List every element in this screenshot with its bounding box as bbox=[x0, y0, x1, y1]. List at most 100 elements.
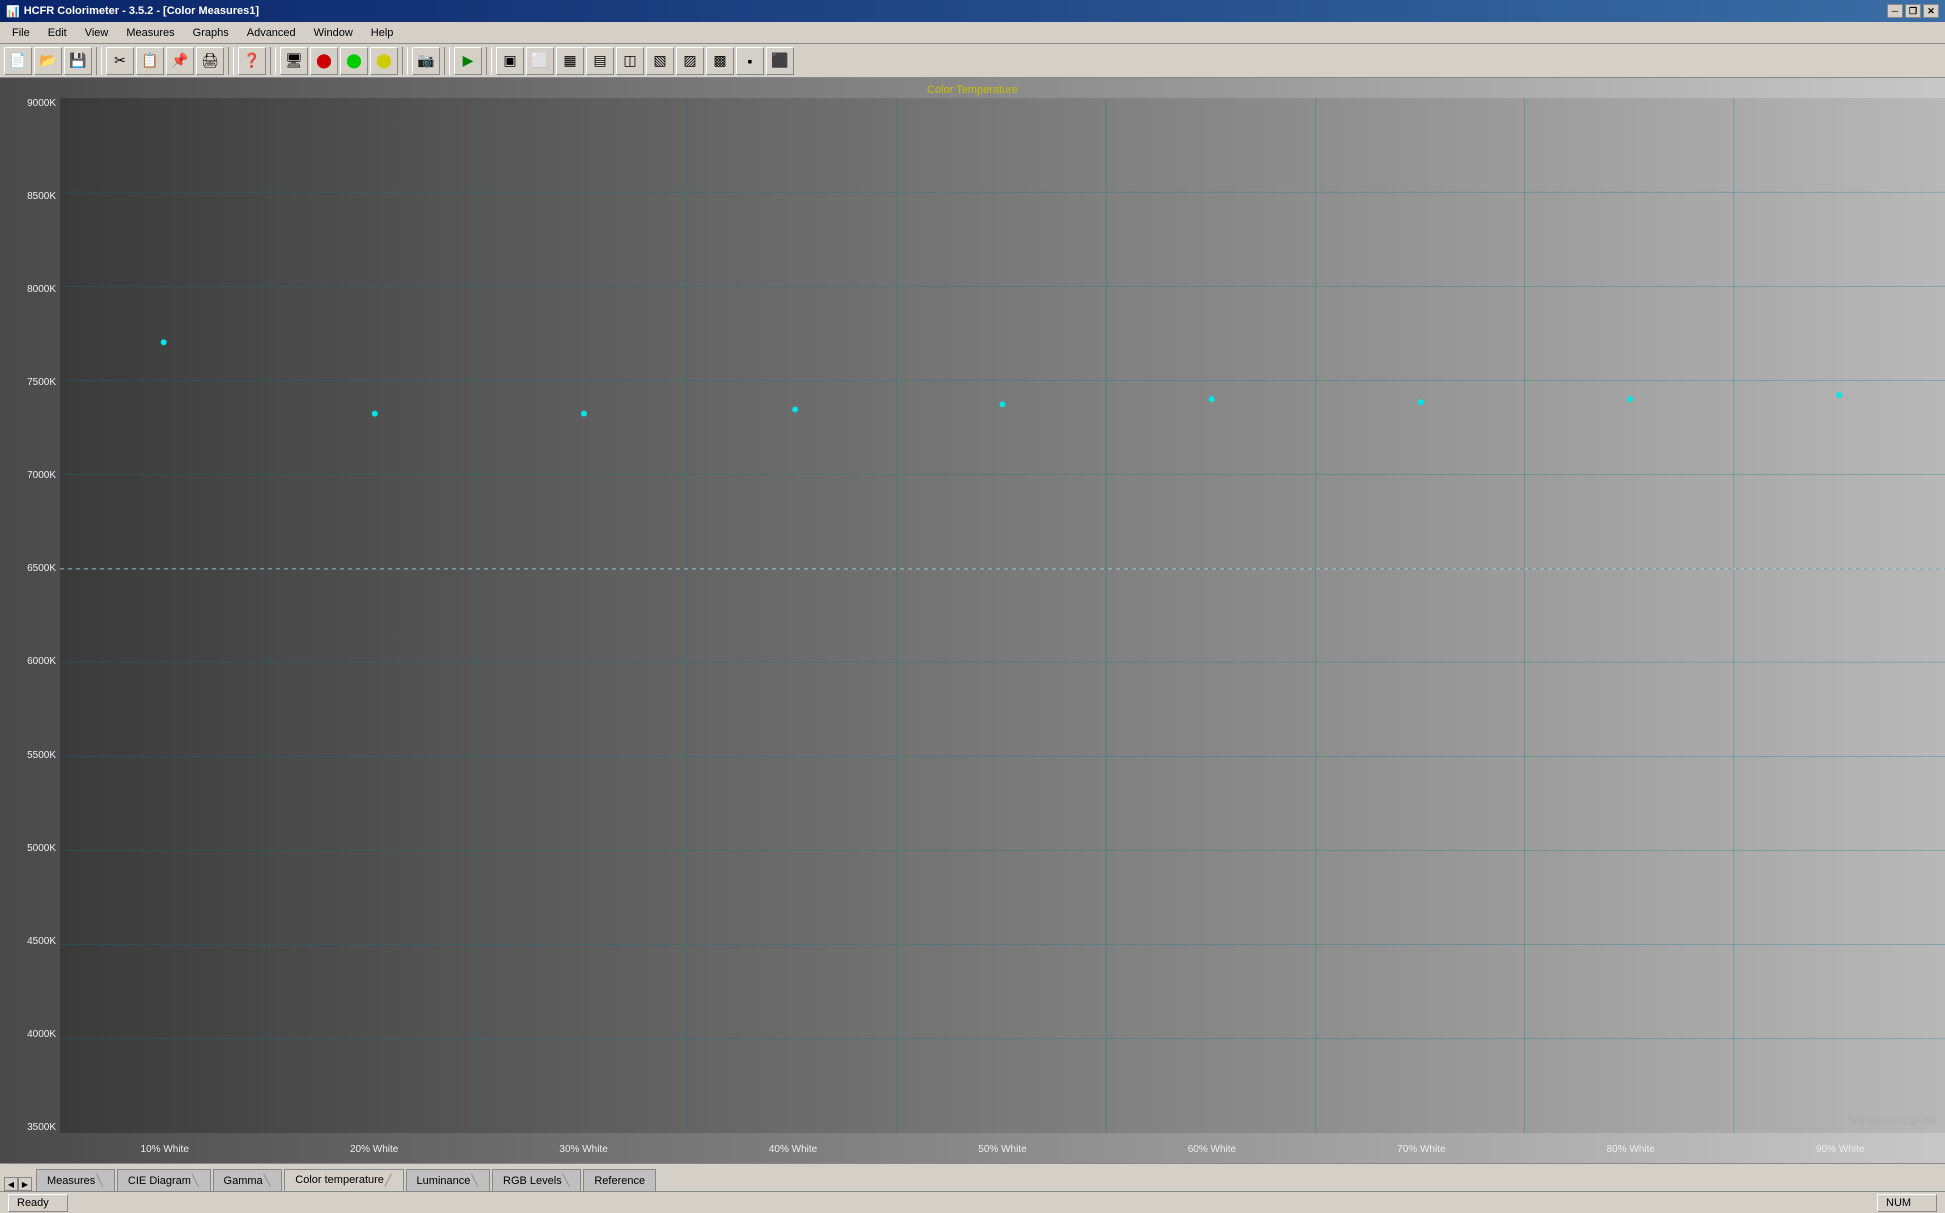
view5-button[interactable]: ◫ bbox=[616, 47, 644, 75]
data-point-30 bbox=[581, 411, 587, 417]
data-point-20 bbox=[372, 411, 378, 417]
view10-button[interactable]: ⬛ bbox=[766, 47, 794, 75]
menu-measures[interactable]: Measures bbox=[118, 25, 182, 41]
menu-bar: File Edit View Measures Graphs Advanced … bbox=[0, 22, 1945, 44]
x-label-50: 50% White bbox=[978, 1144, 1026, 1155]
x-label-30: 30% White bbox=[559, 1144, 607, 1155]
menu-edit[interactable]: Edit bbox=[40, 25, 75, 41]
data-point-90 bbox=[1836, 392, 1842, 398]
y-label-4000: 4000K bbox=[27, 1029, 56, 1040]
help-button[interactable]: ❓ bbox=[238, 47, 266, 75]
toolbar-sep-4 bbox=[402, 47, 408, 75]
save-button[interactable]: 💾 bbox=[64, 47, 92, 75]
y-label-8000: 8000K bbox=[27, 284, 56, 295]
tab-color-temperature-label: Color temperature bbox=[295, 1174, 384, 1186]
camera-button[interactable]: 📷 bbox=[412, 47, 440, 75]
menu-view[interactable]: View bbox=[77, 25, 117, 41]
chart-svg bbox=[60, 98, 1945, 1133]
app-icon: 📊 bbox=[6, 5, 20, 18]
paste-button[interactable]: 📌 bbox=[166, 47, 194, 75]
tab-sep-6: ╲ bbox=[563, 1174, 570, 1187]
data-point-40 bbox=[792, 407, 798, 413]
view4-button[interactable]: ▤ bbox=[586, 47, 614, 75]
data-point-60 bbox=[1209, 396, 1215, 402]
toolbar: 📄 📂 💾 ✂ 📋 📌 🖨 ❓ 🖥 ⬤ ⬤ ⬤ 📷 ▶ ▣ ⬜ ▦ ▤ ◫ ▧ … bbox=[0, 44, 1945, 78]
toolbar-sep-6 bbox=[486, 47, 492, 75]
tab-bar: ◀ ▶ Measures ╲ CIE Diagram ╲ Gamma ╲ Col… bbox=[0, 1163, 1945, 1191]
title-bar-left: 📊 HCFR Colorimeter - 3.5.2 - [Color Meas… bbox=[6, 5, 259, 18]
y-label-9000: 9000K bbox=[27, 98, 56, 109]
x-axis: 10% White 20% White 30% White 40% White … bbox=[60, 1144, 1945, 1155]
y-label-5000: 5000K bbox=[27, 843, 56, 854]
x-label-60: 60% White bbox=[1188, 1144, 1236, 1155]
tab-luminance-label: Luminance bbox=[417, 1175, 471, 1187]
tab-gamma-label: Gamma bbox=[224, 1175, 263, 1187]
tab-rgb-levels-label: RGB Levels bbox=[503, 1175, 562, 1187]
status-right: NUM bbox=[1877, 1194, 1937, 1212]
cut-button[interactable]: ✂ bbox=[106, 47, 134, 75]
tab-cie-label: CIE Diagram bbox=[128, 1175, 191, 1187]
status-ready: Ready bbox=[8, 1194, 68, 1212]
tab-sep-4: ╱ bbox=[385, 1174, 392, 1187]
y-label-5500: 5500K bbox=[27, 750, 56, 761]
view9-button[interactable]: ▪ bbox=[736, 47, 764, 75]
menu-help[interactable]: Help bbox=[363, 25, 402, 41]
menu-file[interactable]: File bbox=[4, 25, 38, 41]
color2-button[interactable]: ⬤ bbox=[340, 47, 368, 75]
menu-graphs[interactable]: Graphs bbox=[185, 25, 237, 41]
y-label-7500: 7500K bbox=[27, 377, 56, 388]
view2-button[interactable]: ⬜ bbox=[526, 47, 554, 75]
view7-button[interactable]: ▨ bbox=[676, 47, 704, 75]
tab-sep-2: ╲ bbox=[192, 1174, 199, 1187]
y-label-6000: 6000K bbox=[27, 656, 56, 667]
x-label-40: 40% White bbox=[769, 1144, 817, 1155]
tab-rgb-levels[interactable]: RGB Levels ╲ bbox=[492, 1169, 581, 1191]
title-bar: 📊 HCFR Colorimeter - 3.5.2 - [Color Meas… bbox=[0, 0, 1945, 22]
color3-button[interactable]: ⬤ bbox=[370, 47, 398, 75]
open-button[interactable]: 📂 bbox=[34, 47, 62, 75]
tab-luminance[interactable]: Luminance ╲ bbox=[406, 1169, 490, 1191]
chart-container: Color Temperature 9000K 8500K 8000K 7500… bbox=[0, 78, 1945, 1163]
tab-gamma[interactable]: Gamma ╲ bbox=[213, 1169, 283, 1191]
view1-button[interactable]: ▣ bbox=[496, 47, 524, 75]
view6-button[interactable]: ▧ bbox=[646, 47, 674, 75]
title-bar-text: HCFR Colorimeter - 3.5.2 - [Color Measur… bbox=[24, 5, 259, 17]
tab-next-button[interactable]: ▶ bbox=[18, 1177, 32, 1191]
tab-navigation[interactable]: ◀ ▶ bbox=[4, 1177, 32, 1191]
copy-button[interactable]: 📋 bbox=[136, 47, 164, 75]
x-label-20: 20% White bbox=[350, 1144, 398, 1155]
color1-button[interactable]: ⬤ bbox=[310, 47, 338, 75]
toolbar-sep-5 bbox=[444, 47, 450, 75]
tab-sep-5: ╲ bbox=[471, 1174, 478, 1187]
close-button[interactable]: ✕ bbox=[1923, 4, 1939, 18]
toolbar-sep-1 bbox=[96, 47, 102, 75]
tab-reference[interactable]: Reference bbox=[583, 1169, 656, 1191]
tab-color-temperature[interactable]: Color temperature ╱ bbox=[284, 1169, 403, 1191]
title-bar-controls[interactable]: ─ ❐ ✕ bbox=[1887, 4, 1939, 18]
tab-prev-button[interactable]: ◀ bbox=[4, 1177, 18, 1191]
data-point-80 bbox=[1627, 396, 1633, 402]
tab-cie-diagram[interactable]: CIE Diagram ╲ bbox=[117, 1169, 211, 1191]
view3-button[interactable]: ▦ bbox=[556, 47, 584, 75]
menu-advanced[interactable]: Advanced bbox=[239, 25, 304, 41]
tab-measures[interactable]: Measures ╲ bbox=[36, 1169, 115, 1191]
y-label-6500: 6500K bbox=[27, 563, 56, 574]
view8-button[interactable]: ▩ bbox=[706, 47, 734, 75]
toolbar-sep-2 bbox=[228, 47, 234, 75]
x-label-70: 70% White bbox=[1397, 1144, 1445, 1155]
main-area: Color Temperature 9000K 8500K 8000K 7500… bbox=[0, 78, 1945, 1163]
new-button[interactable]: 📄 bbox=[4, 47, 32, 75]
y-label-8500: 8500K bbox=[27, 191, 56, 202]
play-button[interactable]: ▶ bbox=[454, 47, 482, 75]
x-label-90: 90% White bbox=[1816, 1144, 1864, 1155]
device-button[interactable]: 🖥 bbox=[280, 47, 308, 75]
x-label-10: 10% White bbox=[141, 1144, 189, 1155]
minimize-button[interactable]: ─ bbox=[1887, 4, 1903, 18]
status-bar: Ready NUM bbox=[0, 1191, 1945, 1213]
y-label-3500: 3500K bbox=[27, 1122, 56, 1133]
data-point-10 bbox=[161, 339, 167, 345]
restore-button[interactable]: ❐ bbox=[1905, 4, 1921, 18]
print-button[interactable]: 🖨 bbox=[196, 47, 224, 75]
menu-window[interactable]: Window bbox=[306, 25, 361, 41]
tab-sep-3: ╲ bbox=[264, 1174, 271, 1187]
